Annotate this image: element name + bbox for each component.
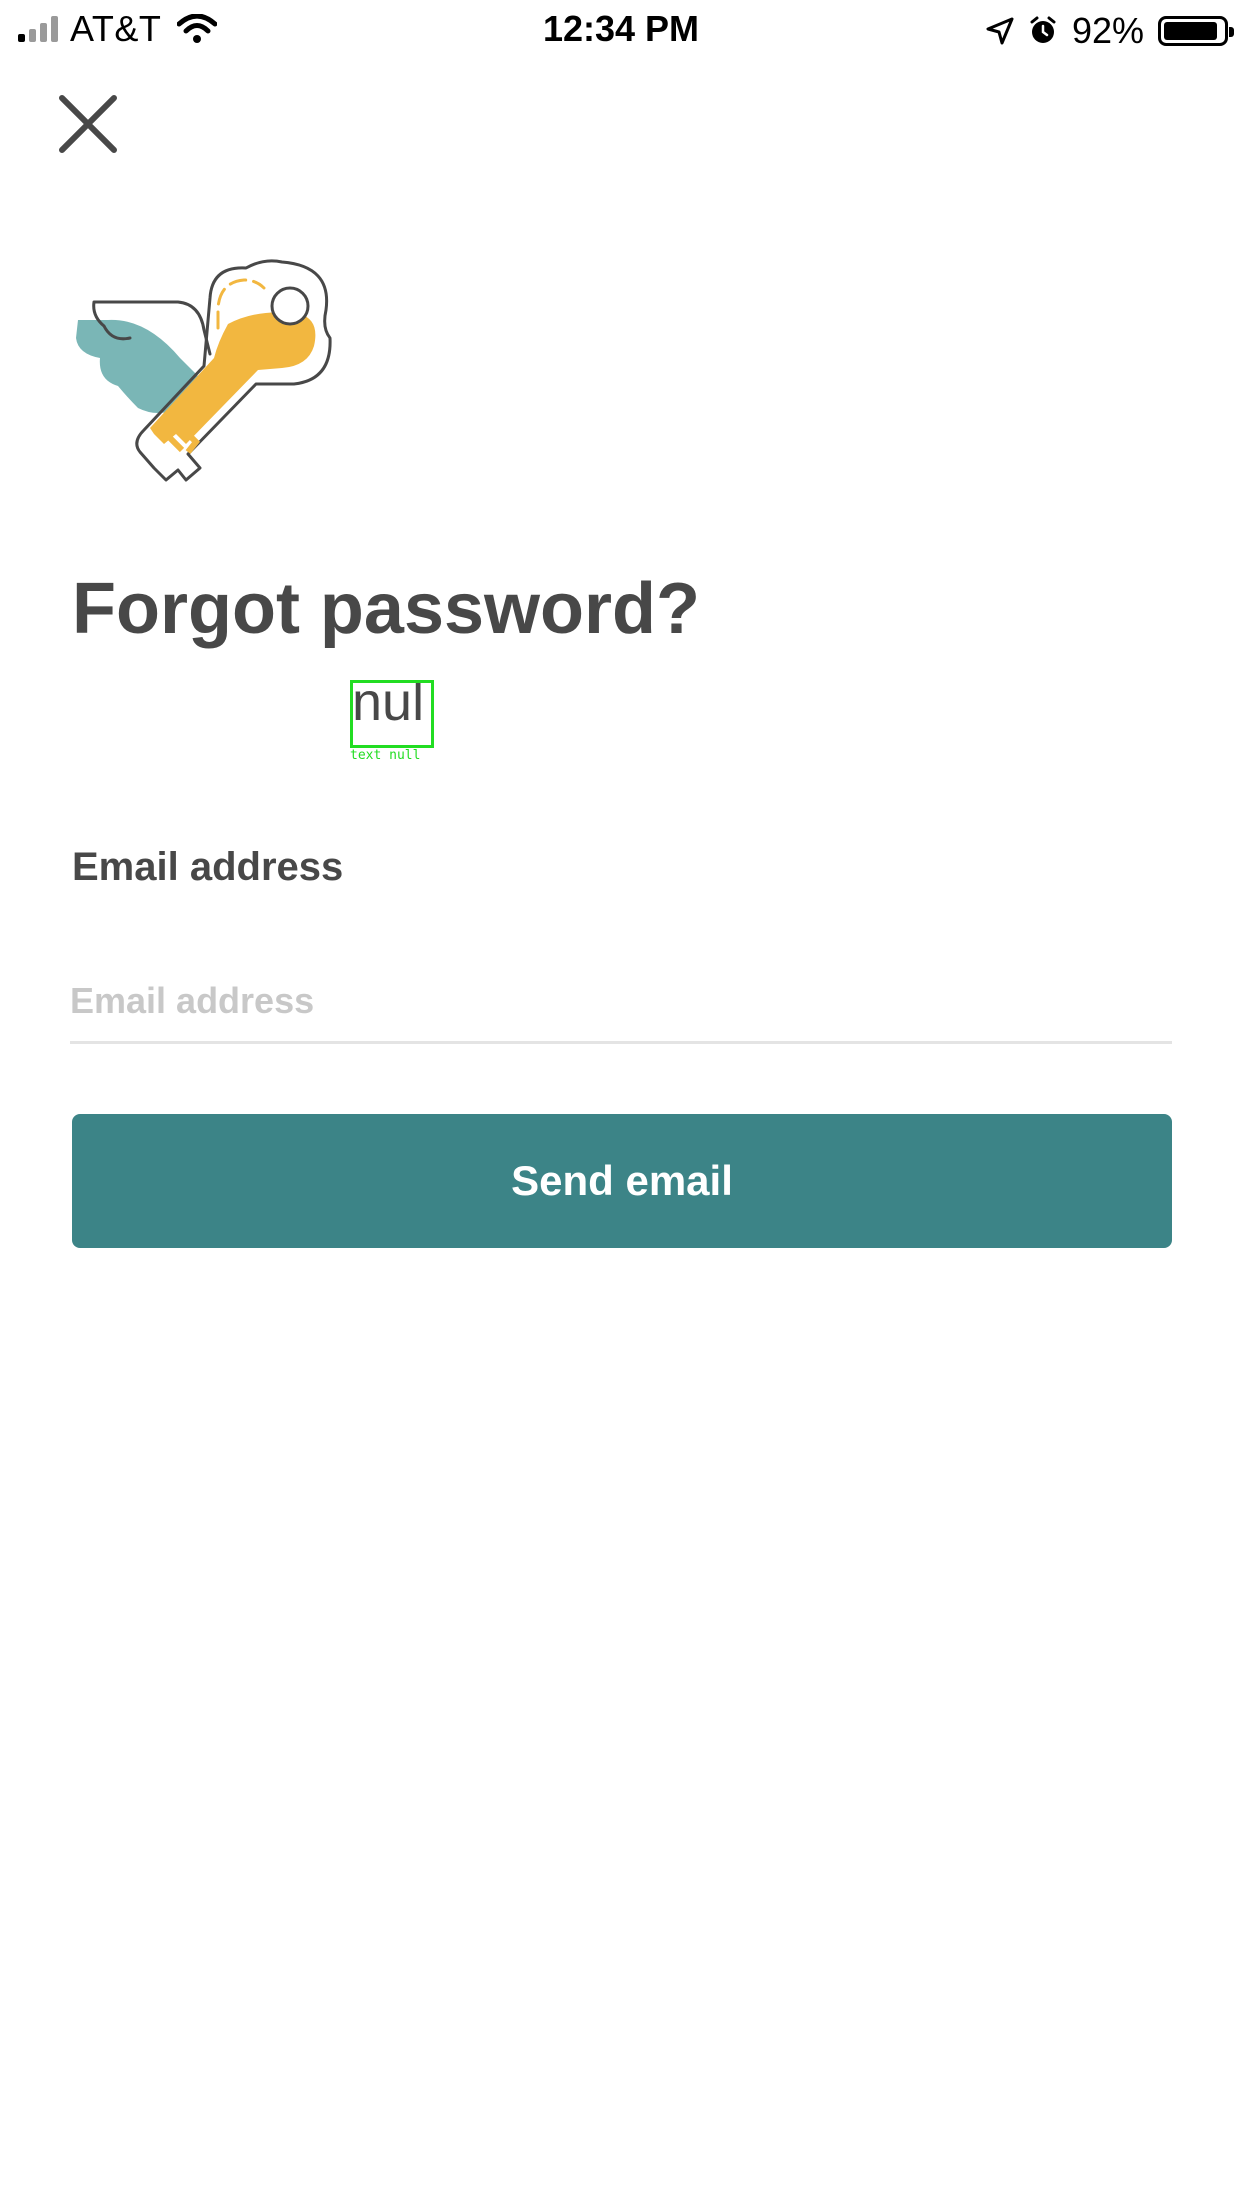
battery-icon xyxy=(1158,16,1234,46)
battery-percent: 92% xyxy=(1071,10,1144,51)
close-icon[interactable] xyxy=(56,92,120,156)
page-title: Forgot password? xyxy=(72,569,700,649)
winged-key-icon xyxy=(76,259,332,482)
email-field[interactable] xyxy=(70,965,1172,1044)
battery-level xyxy=(1164,22,1218,40)
status-right: 92% xyxy=(986,10,1234,52)
alarm-clock-icon xyxy=(1030,16,1056,43)
status-bar: AT&T 12:34 PM 92% xyxy=(0,0,1242,62)
location-arrow-icon xyxy=(986,17,1014,45)
debug-bounding-box xyxy=(350,680,434,748)
debug-label: text null xyxy=(350,748,421,763)
email-label: Email address xyxy=(72,845,344,889)
send-email-button[interactable]: Send email xyxy=(72,1114,1172,1248)
